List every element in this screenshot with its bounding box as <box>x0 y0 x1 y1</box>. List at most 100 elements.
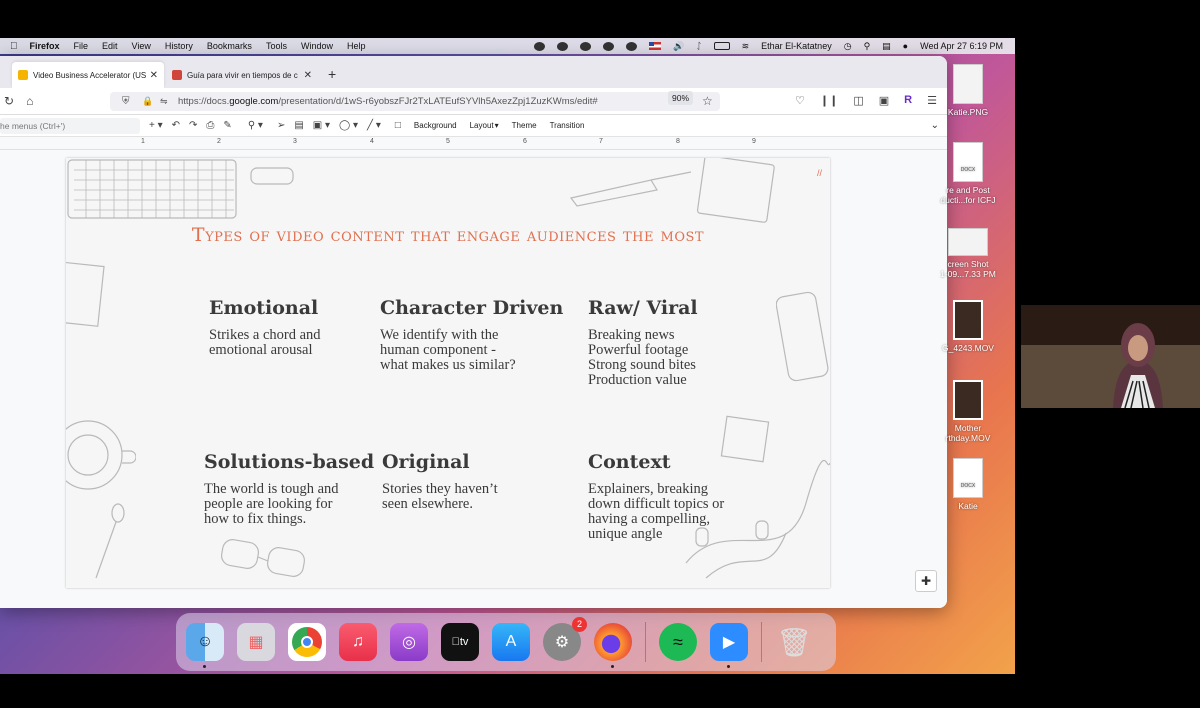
apple-icon[interactable]:  <box>10 41 18 52</box>
chrome-icon[interactable] <box>288 623 326 661</box>
apple-tv-icon[interactable]: tv <box>441 623 479 661</box>
url-path: /presentation/d/1wS-r6yobszFJr2TxLATEufS… <box>278 96 598 107</box>
control-center-icon[interactable]: ▤ <box>882 41 891 52</box>
category-description: Explainers, breaking down difficult topi… <box>588 481 725 542</box>
menu-help[interactable]: Help <box>347 41 366 51</box>
theme-button[interactable]: Theme <box>512 121 537 130</box>
lock-icon[interactable]: 🔒 <box>142 96 153 107</box>
reload-icon[interactable]: ↻ <box>4 94 14 108</box>
participant-video-thumbnail[interactable] <box>1021 305 1200 408</box>
site-favicon-icon <box>172 70 182 80</box>
podcasts-icon[interactable]: ◎ <box>390 623 428 661</box>
status-icon[interactable] <box>602 41 614 51</box>
collapse-toolbar-icon[interactable]: ⌄ <box>931 120 939 131</box>
desktop-file[interactable]: creen Shot 1-09...7.33 PM <box>938 228 998 279</box>
undo-icon[interactable]: ↶ <box>172 120 180 131</box>
siri-icon[interactable]: ● <box>903 41 908 51</box>
running-indicator <box>611 665 614 668</box>
line-icon[interactable]: ╱ ▾ <box>367 120 381 131</box>
menu-view[interactable]: View <box>132 41 151 51</box>
library-icon[interactable]: ❙❙ <box>820 94 838 107</box>
launchpad-icon[interactable]: ▦ <box>237 623 275 661</box>
mac-dock: ☺ ▦ ♫ ◎ tv A ⚙2 ≈ ▶ 🗑 <box>176 613 836 671</box>
menu-tools[interactable]: Tools <box>266 41 287 51</box>
home-icon[interactable]: ⌂ <box>26 94 33 108</box>
system-preferences-icon[interactable]: ⚙ 2 <box>543 617 587 661</box>
extension-icon[interactable]: ▣ <box>879 94 889 107</box>
sidebar-icon[interactable]: ◫ <box>853 94 863 107</box>
wifi-icon[interactable]: ≋ <box>742 41 750 52</box>
menu-window[interactable]: Window <box>301 41 333 51</box>
pocket-icon[interactable]: ♡ <box>795 94 805 107</box>
volume-icon[interactable]: 🔊 <box>673 41 684 52</box>
input-source-flag-icon[interactable] <box>648 42 661 50</box>
trash-icon[interactable]: 🗑 <box>775 623 813 661</box>
new-tab-icon[interactable]: + <box>328 66 336 82</box>
app-store-icon[interactable]: A <box>492 623 530 661</box>
desktop-file[interactable]: DOCX Katie <box>938 458 998 511</box>
select-cursor-icon[interactable]: ➢ <box>277 120 285 131</box>
status-icon[interactable] <box>533 41 545 51</box>
tab-guia-para-vivir[interactable]: Guía para vivir en tiempos de c ✕ <box>166 62 318 88</box>
search-menus-input[interactable]: he menus (Ctrl+') <box>0 117 140 134</box>
category-heading: Context <box>588 451 671 473</box>
menubar-app-name[interactable]: Firefox <box>30 41 60 51</box>
desktop-file[interactable]: G_4243.MOV <box>938 300 998 353</box>
permissions-icon[interactable]: ⇋ <box>160 96 168 107</box>
image-icon[interactable]: ▣ ▾ <box>313 120 330 131</box>
menu-hamburger-icon[interactable]: ☰ <box>927 94 937 107</box>
ruler-number: 1 <box>141 138 145 145</box>
menu-history[interactable]: History <box>165 41 193 51</box>
status-icon[interactable] <box>625 41 637 51</box>
new-slide-icon[interactable]: + ▾ <box>149 120 163 131</box>
time-machine-icon[interactable]: ◷ <box>844 41 852 52</box>
horizontal-ruler[interactable]: 1 2 3 4 5 6 7 8 9 <box>0 137 947 150</box>
chevron-down-icon[interactable]: ▾ <box>495 121 499 130</box>
url-domain: google.com <box>229 96 279 107</box>
address-bar[interactable]: ⛨ 🔒 ⇋ https://docs.google.com/presentati… <box>110 92 720 111</box>
redo-icon[interactable]: ↷ <box>189 120 197 131</box>
zoom-icon[interactable]: ▶ <box>710 623 748 668</box>
slide-title[interactable]: Types of video content that engage audie… <box>66 224 830 246</box>
spotify-icon[interactable]: ≈ <box>659 623 697 661</box>
comment-icon[interactable]: □ <box>395 120 401 131</box>
tab-video-business-accelerator[interactable]: Video Business Accelerator (US ✕ <box>12 62 164 88</box>
shape-icon[interactable]: ◯ ▾ <box>339 120 358 131</box>
extension-r-icon[interactable]: R <box>904 94 912 107</box>
paint-format-icon[interactable]: ✎ <box>223 120 231 131</box>
menubar-user-name[interactable]: Ethar El-Katatney <box>761 41 832 51</box>
layout-button[interactable]: Layout <box>470 121 494 130</box>
bluetooth-icon[interactable]: ᛇ <box>696 41 701 51</box>
shield-icon[interactable]: ⛨ <box>122 96 130 107</box>
bookmark-star-icon[interactable]: ☆ <box>702 94 713 108</box>
status-icon[interactable] <box>579 41 591 51</box>
mac-menubar:  Firefox File Edit View History Bookmar… <box>0 38 1015 54</box>
battery-icon[interactable] <box>713 42 730 50</box>
menubar-clock[interactable]: Wed Apr 27 6:19 PM <box>920 41 1003 51</box>
text-box-icon[interactable]: ▤ <box>294 120 303 131</box>
transition-button[interactable]: Transition <box>550 121 585 130</box>
desktop-file[interactable]: Katie.PNG <box>938 64 998 117</box>
print-icon[interactable]: ⎙ <box>206 120 214 131</box>
finder-icon[interactable]: ☺ <box>186 623 224 668</box>
tab-strip: Video Business Accelerator (US ✕ Guía pa… <box>0 56 947 88</box>
close-tab-icon[interactable]: ✕ <box>304 70 312 81</box>
background-button[interactable]: Background <box>414 121 457 130</box>
paper-doodle-icon <box>66 261 105 327</box>
spotlight-icon[interactable]: ⚲ <box>864 41 871 52</box>
firefox-window: Video Business Accelerator (US ✕ Guía pa… <box>0 56 947 608</box>
music-icon[interactable]: ♫ <box>339 623 377 661</box>
desktop-file[interactable]: Mother rthday.MOV <box>938 380 998 443</box>
close-tab-icon[interactable]: ✕ <box>150 70 158 81</box>
zoom-icon[interactable]: ⚲ ▾ <box>248 120 263 131</box>
menu-bookmarks[interactable]: Bookmarks <box>207 41 252 51</box>
url-text[interactable]: https://docs.google.com/presentation/d/1… <box>178 96 598 107</box>
slide[interactable]: // Types of video content that engage au… <box>66 158 830 588</box>
explore-button[interactable]: ✚ <box>915 570 937 592</box>
status-icon[interactable] <box>556 41 568 51</box>
menu-file[interactable]: File <box>74 41 89 51</box>
firefox-icon[interactable] <box>594 623 632 668</box>
zoom-level-badge[interactable]: 90% <box>668 91 694 105</box>
menu-edit[interactable]: Edit <box>102 41 118 51</box>
desktop-file[interactable]: DOCX re and Post ducti...for ICFJ <box>938 142 998 205</box>
